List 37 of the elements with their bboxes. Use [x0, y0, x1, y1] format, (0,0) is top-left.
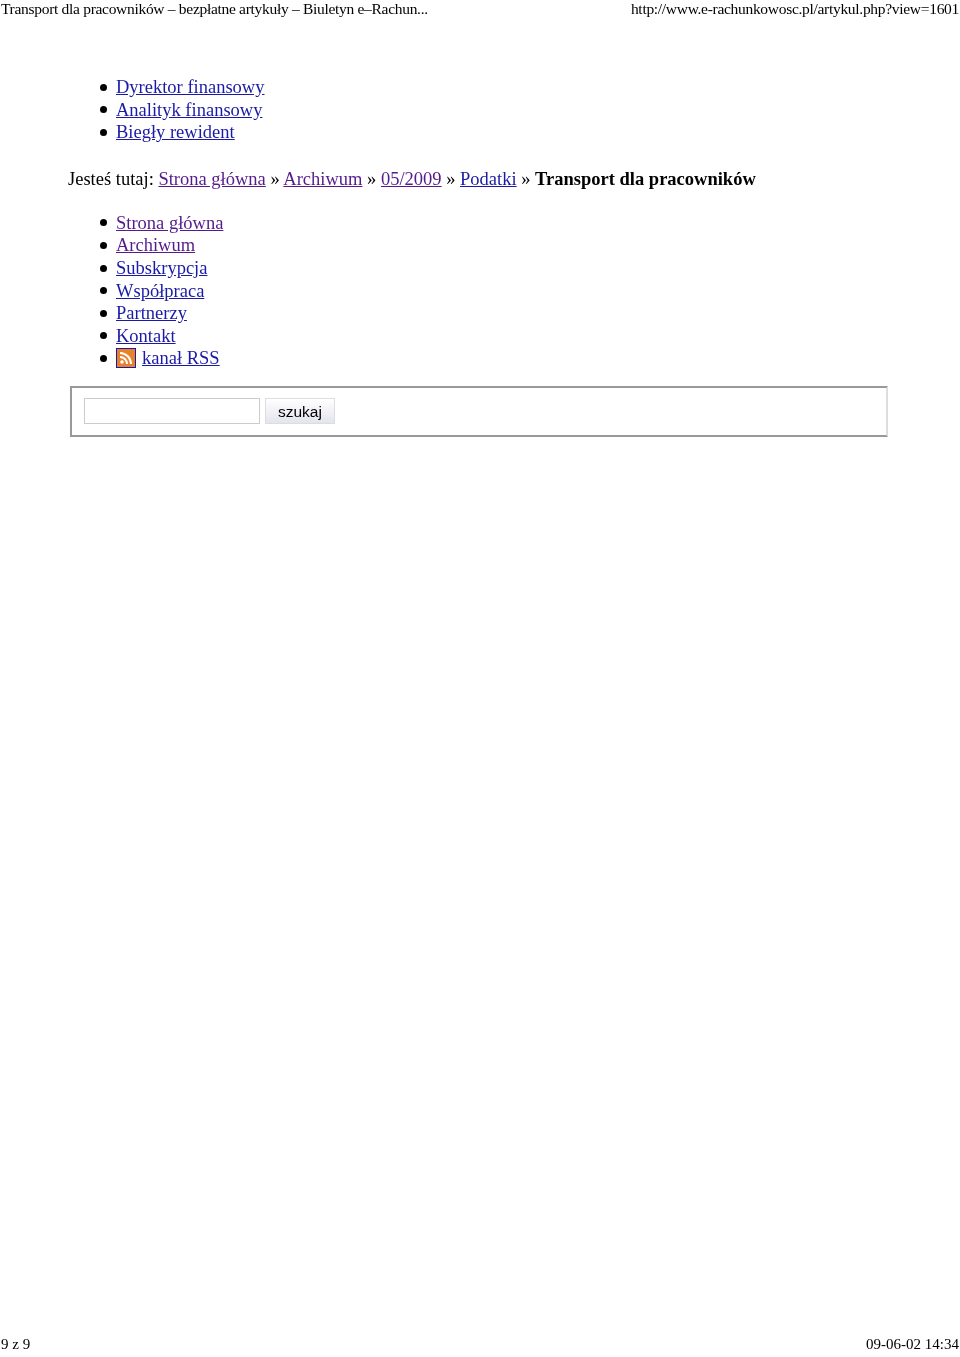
- search-button[interactable]: szukaj: [265, 398, 335, 425]
- nav-link[interactable]: Analityk finansowy: [116, 99, 263, 121]
- breadcrumb-separator: »: [270, 168, 280, 189]
- breadcrumb-separator: »: [367, 168, 377, 189]
- breadcrumb-separator: »: [446, 168, 456, 189]
- nav-link[interactable]: Subskrypcja: [116, 257, 208, 279]
- nav-link[interactable]: Współpraca: [116, 280, 205, 302]
- bullet: [100, 129, 107, 136]
- nav-link[interactable]: Kontakt: [116, 325, 176, 347]
- breadcrumb-link[interactable]: 05/2009: [380, 168, 442, 189]
- rss-icon: [116, 348, 136, 369]
- breadcrumb-link[interactable]: Podatki: [460, 168, 517, 189]
- page-url: http://www.e-rachunkowosc.pl/artykul.php?view=1601: [630, 0, 959, 18]
- breadcrumb-label: Jesteś tutaj:: [68, 168, 154, 189]
- page-number: 9 z 9: [1, 1334, 31, 1354]
- page-title: Transport dla pracowników – bezpłatne artykuły – Biuletyn e–Rachun...: [1, 0, 428, 18]
- nav-link[interactable]: Partnerzy: [116, 302, 187, 324]
- bullet: [100, 309, 107, 317]
- bullet: [100, 106, 107, 114]
- breadcrumb-separator: »: [521, 168, 531, 189]
- nav-link[interactable]: Biegły rewident: [116, 122, 235, 143]
- bullet: [100, 83, 107, 91]
- breadcrumb-link[interactable]: Strona główna: [158, 168, 266, 189]
- breadcrumb-link[interactable]: Archiwum: [283, 168, 363, 189]
- nav-link[interactable]: kanał RSS: [116, 347, 220, 369]
- search-field[interactable]: [84, 398, 260, 425]
- bullet: [100, 264, 107, 272]
- bullet: [100, 287, 107, 295]
- nav-link[interactable]: Archiwum: [116, 234, 196, 256]
- bullet: [100, 219, 107, 227]
- nav-link[interactable]: Strona główna: [116, 212, 224, 234]
- bullet: [100, 241, 107, 249]
- print-date: 09-06-02 14:34: [866, 1334, 959, 1354]
- nav-link[interactable]: Dyrektor finansowy: [116, 76, 265, 98]
- bullet: [100, 354, 107, 362]
- bullet: [100, 332, 107, 340]
- breadcrumb-current: Transport dla pracowników: [535, 168, 756, 189]
